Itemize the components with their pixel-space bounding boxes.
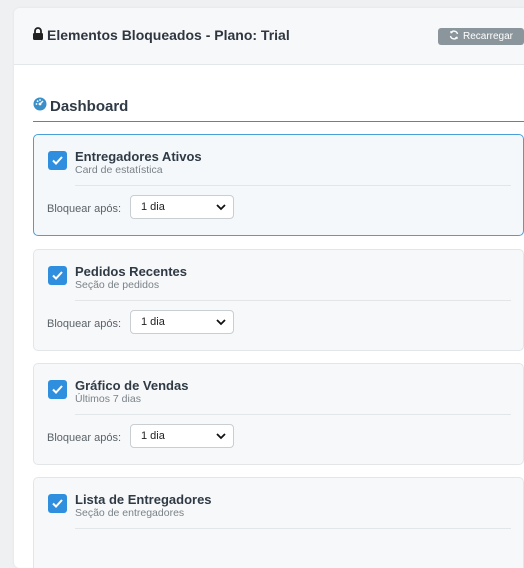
lock-icon [32, 27, 47, 43]
item-divider [75, 185, 511, 186]
section-title: Dashboard [33, 97, 128, 115]
lock-after-select[interactable]: 1 dia [130, 310, 234, 334]
chevron-down-icon [216, 204, 226, 211]
list-item-lista-de-entregadores: Lista de Entregadores Seção de entregado… [33, 477, 524, 568]
section-divider [33, 121, 524, 122]
item-checkbox[interactable] [48, 494, 67, 513]
item-checkbox[interactable] [48, 151, 67, 170]
list-item-pedidos-recentes: Pedidos Recentes Seção de pedidos Bloque… [33, 249, 524, 351]
list-item-grafico-de-vendas: Gráfico de Vendas Últimos 7 dias Bloquea… [33, 363, 524, 465]
item-subtitle: Seção de pedidos [75, 279, 160, 291]
item-title: Gráfico de Vendas [75, 378, 189, 393]
item-divider [75, 414, 511, 415]
select-value: 1 dia [141, 430, 165, 442]
item-title: Entregadores Ativos [75, 149, 202, 164]
lock-after-select[interactable]: 1 dia [130, 195, 234, 219]
select-value: 1 dia [141, 316, 165, 328]
list-item-entregadores-ativos: Entregadores Ativos Card de estatística … [33, 134, 524, 236]
dashboard-gauge-icon [33, 97, 50, 115]
section-title-text: Dashboard [50, 97, 129, 115]
reload-button[interactable]: Recarregar [438, 28, 524, 45]
item-checkbox[interactable] [48, 266, 67, 285]
chevron-down-icon [216, 433, 226, 440]
item-divider [75, 528, 511, 529]
checkmark-icon [52, 156, 63, 165]
item-divider [75, 300, 511, 301]
select-value: 1 dia [141, 201, 165, 213]
panel-header: Elementos Bloqueados - Plano: Trial Reca… [14, 8, 524, 65]
item-subtitle: Card de estatística [75, 164, 163, 176]
refresh-icon [449, 30, 463, 43]
item-checkbox[interactable] [48, 380, 67, 399]
locked-elements-panel: Elementos Bloqueados - Plano: Trial Reca… [14, 8, 524, 568]
lock-after-select[interactable]: 1 dia [130, 424, 234, 448]
checkmark-icon [52, 385, 63, 394]
item-title: Lista de Entregadores [75, 492, 212, 507]
reload-button-label: Recarregar [462, 31, 514, 42]
lock-after-label: Bloquear após: [47, 203, 121, 215]
item-subtitle: Seção de entregadores [75, 507, 185, 519]
chevron-down-icon [216, 319, 226, 326]
panel-title: Elementos Bloqueados - Plano: Trial [32, 27, 290, 43]
lock-after-label: Bloquear após: [47, 318, 121, 330]
panel-title-text: Elementos Bloqueados - Plano: Trial [47, 27, 290, 43]
checkmark-icon [52, 499, 63, 508]
item-title: Pedidos Recentes [75, 264, 187, 279]
lock-after-label: Bloquear após: [47, 432, 121, 444]
item-subtitle: Últimos 7 dias [75, 393, 141, 405]
checkmark-icon [52, 271, 63, 280]
